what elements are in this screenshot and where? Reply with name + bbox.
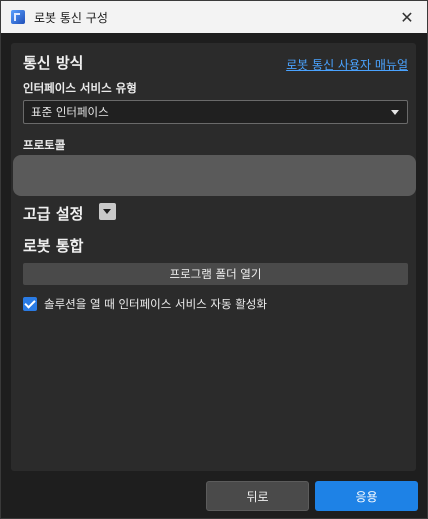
robot-integration-title: 로봇 통합 bbox=[23, 237, 84, 255]
service-type-value: 표준 인터페이스 bbox=[31, 105, 109, 119]
communication-section-title: 통신 방식 bbox=[23, 54, 84, 72]
auto-activate-checkbox[interactable] bbox=[23, 297, 37, 311]
back-button[interactable]: 뒤로 bbox=[206, 481, 309, 511]
user-manual-link[interactable]: 로봇 통신 사용자 매뉴얼 bbox=[286, 56, 408, 73]
dialog-window: 로봇 통신 구성 ✕ 통신 방식 로봇 통신 사용자 매뉴얼 인터페이스 서비스… bbox=[0, 0, 428, 519]
app-icon bbox=[11, 10, 25, 24]
window-title: 로봇 통신 구성 bbox=[34, 10, 108, 25]
apply-button[interactable]: 응용 bbox=[315, 481, 418, 511]
close-button[interactable]: ✕ bbox=[397, 7, 417, 27]
title-bar: 로봇 통신 구성 ✕ bbox=[1, 1, 427, 33]
content-panel: 통신 방식 로봇 통신 사용자 매뉴얼 인터페이스 서비스 유형 표준 인터페이… bbox=[11, 43, 416, 471]
advanced-settings-toggle[interactable] bbox=[99, 203, 116, 220]
auto-activate-label: 솔루션을 열 때 인터페이스 서비스 자동 활성화 bbox=[44, 297, 267, 311]
protocol-field-redacted bbox=[13, 155, 416, 196]
service-type-select[interactable]: 표준 인터페이스 bbox=[23, 100, 408, 124]
auto-activate-row: 솔루션을 열 때 인터페이스 서비스 자동 활성화 bbox=[23, 296, 267, 312]
protocol-label: 프로토콜 bbox=[23, 138, 66, 152]
chevron-down-icon bbox=[391, 110, 399, 115]
service-type-label: 인터페이스 서비스 유형 bbox=[23, 81, 137, 95]
advanced-settings-title: 고급 설정 bbox=[23, 205, 84, 223]
open-program-folder-button[interactable]: 프로그램 폴더 열기 bbox=[23, 263, 408, 285]
